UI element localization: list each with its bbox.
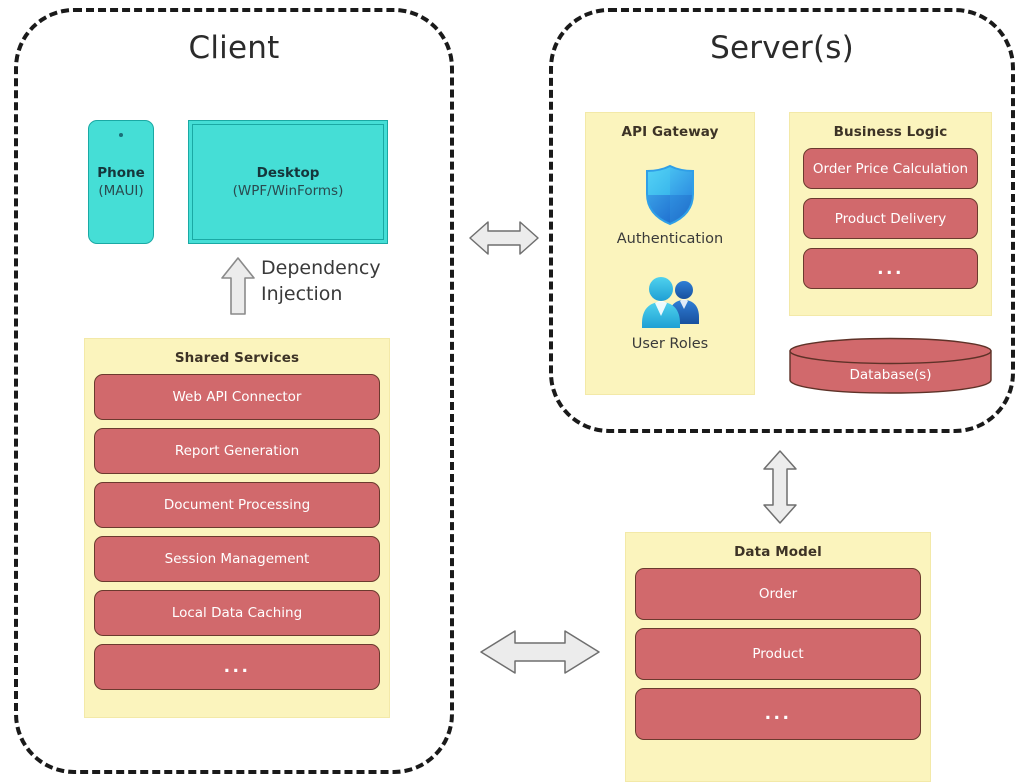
dependency-injection-up-arrow-icon	[221, 257, 255, 315]
dependency-injection-line1: Dependency	[261, 257, 381, 279]
service-box[interactable]: Order	[635, 568, 921, 620]
device-phone[interactable]: Phone (MAUI)	[88, 120, 154, 244]
service-box[interactable]: Order Price Calculation	[803, 148, 978, 189]
service-box[interactable]: Report Generation	[94, 428, 380, 474]
data-model-title: Data Model	[734, 544, 822, 560]
device-desktop[interactable]: Desktop (WPF/WinForms)	[188, 120, 388, 244]
device-desktop-screen: Desktop (WPF/WinForms)	[192, 124, 384, 240]
data-model-list: Order Product...	[626, 568, 930, 740]
service-box[interactable]: Session Management	[94, 536, 380, 582]
api-feature-user-roles[interactable]: User Roles	[586, 273, 754, 352]
shared-services-panel: Shared Services Web API Connector Report …	[84, 338, 390, 718]
service-box[interactable]: Local Data Caching	[94, 590, 380, 636]
api-feature-authentication-label: Authentication	[616, 231, 724, 247]
api-gateway-panel: API Gateway Authentication User Roles	[585, 112, 755, 395]
business-logic-title: Business Logic	[833, 124, 948, 140]
service-box[interactable]: ...	[803, 248, 978, 289]
api-gateway-title: API Gateway	[621, 124, 719, 140]
api-feature-user-roles-label: User Roles	[631, 336, 709, 352]
service-box[interactable]: Web API Connector	[94, 374, 380, 420]
users-icon	[642, 277, 699, 328]
device-phone-name: Phone	[97, 164, 145, 181]
data-model-panel: Data Model Order Product...	[625, 532, 931, 782]
business-logic-panel: Business Logic Order Price Calculation Pr…	[789, 112, 992, 316]
shared-services-list: Web API Connector Report Generation Docume…	[85, 374, 389, 690]
api-feature-authentication[interactable]: Authentication	[586, 164, 754, 247]
device-desktop-sub: (WPF/WinForms)	[232, 183, 344, 199]
server-datamodel-connector-arrow-icon	[763, 450, 797, 524]
device-phone-sub: (MAUI)	[98, 183, 144, 199]
dependency-injection-label: Dependency Injection	[261, 256, 421, 307]
client-server-connector-arrow-icon	[469, 221, 539, 255]
service-box[interactable]: ...	[94, 644, 380, 690]
shield-icon	[646, 164, 694, 226]
dependency-injection-line2: Injection	[261, 282, 343, 305]
service-box[interactable]: Document Processing	[94, 482, 380, 528]
business-logic-list: Order Price Calculation Product Delivery.…	[790, 148, 991, 289]
server-group-title: Server(s)	[710, 30, 854, 66]
shared-services-title: Shared Services	[174, 350, 300, 366]
service-box[interactable]: Product Delivery	[803, 198, 978, 239]
database-cylinder[interactable]: Database(s)	[789, 337, 992, 394]
phone-camera-icon	[119, 133, 123, 137]
client-group-title: Client	[188, 30, 280, 66]
device-desktop-name: Desktop	[256, 164, 320, 181]
service-box[interactable]: Product	[635, 628, 921, 680]
cylinder-icon	[789, 337, 992, 394]
client-datamodel-connector-arrow-icon	[480, 630, 600, 674]
service-box[interactable]: ...	[635, 688, 921, 740]
